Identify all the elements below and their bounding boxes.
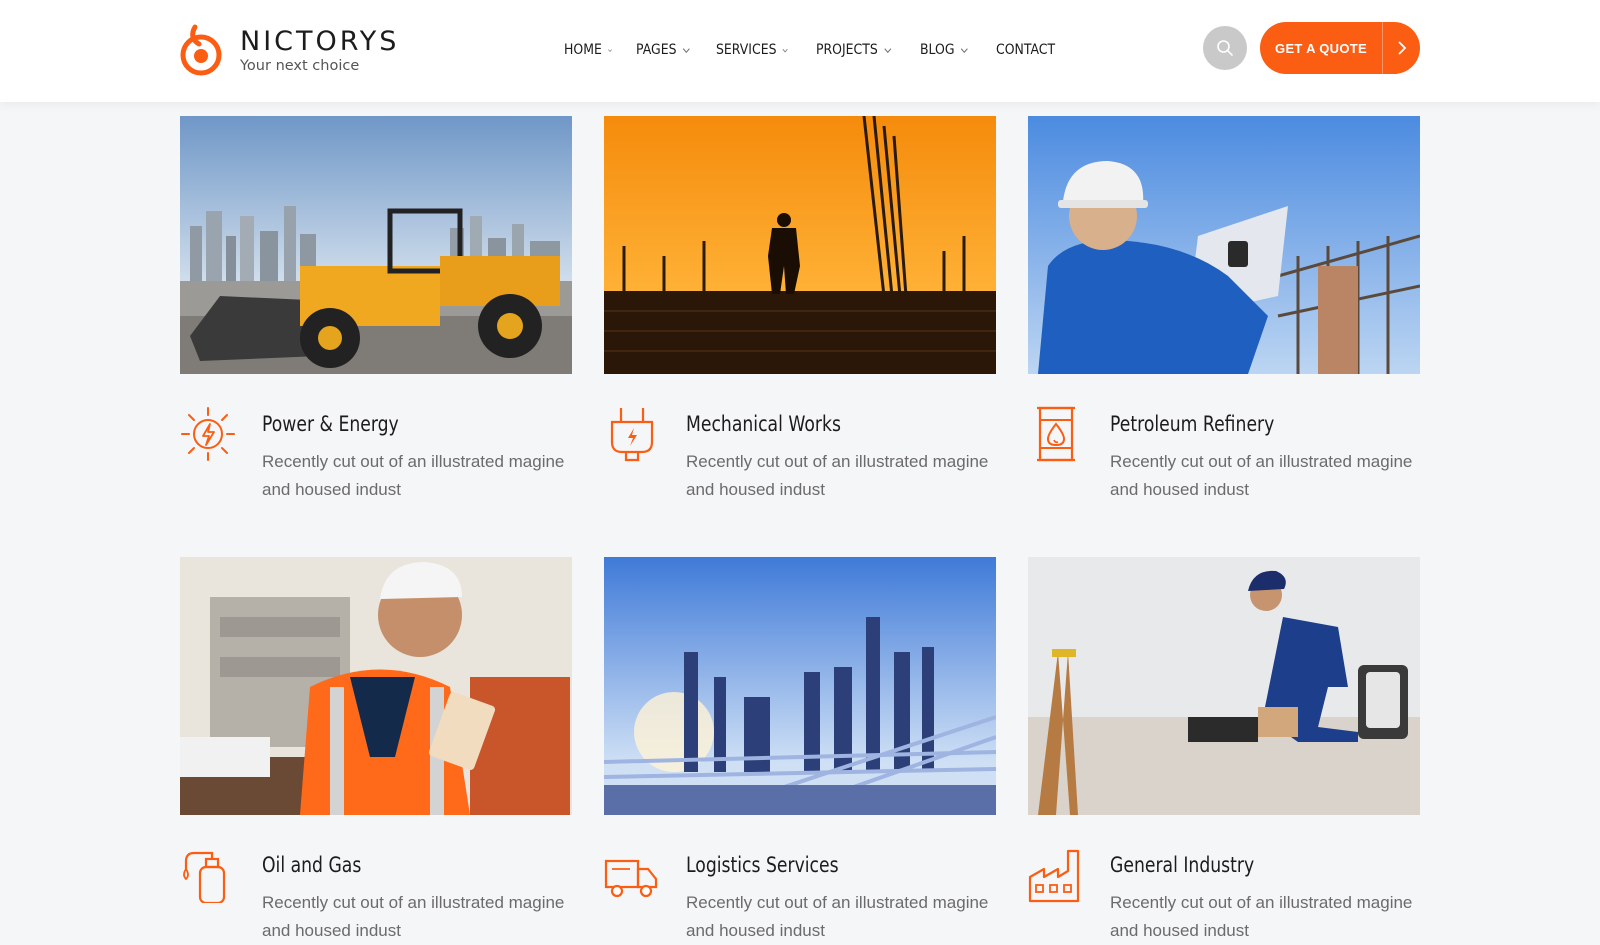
nav-item-contact[interactable]: CONTACT	[996, 39, 1056, 61]
brand-name: NICTORYS	[240, 25, 400, 57]
floor-worker-photo	[1028, 557, 1420, 815]
power-energy-icon	[181, 407, 235, 461]
nav-item-pages[interactable]: PAGES	[636, 39, 691, 61]
logo-drop-icon	[180, 24, 222, 76]
nav-item-label: BLOG	[920, 42, 955, 58]
search-icon	[1217, 40, 1233, 56]
nav-item-blog[interactable]: BLOG	[920, 39, 972, 61]
quote-button-label: GET A QUOTE	[1275, 40, 1367, 56]
service-card[interactable]: Power & Energy Recently cut out of an il…	[180, 116, 572, 499]
nav-item-label: PROJECTS	[816, 42, 878, 58]
service-description: Recently cut out of an illustrated magin…	[1110, 893, 1413, 940]
delivery-truck-icon	[604, 859, 658, 898]
wheel-loader-photo	[180, 116, 572, 374]
service-description: Recently cut out of an illustrated magin…	[686, 893, 989, 940]
oil-barrel-icon	[1037, 406, 1075, 462]
engineer-blueprint-photo	[1028, 116, 1420, 374]
service-card[interactable]: Mechanical Works Recently cut out of an …	[604, 116, 996, 499]
service-card[interactable]: General Industry Recently cut out of an …	[1028, 557, 1420, 940]
chevron-down-icon	[782, 48, 788, 52]
electric-plug-icon	[610, 408, 654, 462]
service-title[interactable]: Mechanical Works	[686, 412, 841, 436]
service-description: Recently cut out of an illustrated magin…	[262, 893, 565, 940]
nav-item-label: CONTACT	[996, 42, 1056, 58]
chevron-down-icon	[960, 47, 968, 53]
main-nav: HOME PAGES SERVICES PROJECTS BLOG CONTAC…	[564, 39, 1082, 61]
service-title[interactable]: Power & Energy	[262, 412, 399, 436]
chevron-down-icon	[884, 47, 892, 53]
service-description: Recently cut out of an illustrated magin…	[1110, 452, 1413, 499]
brand-logo[interactable]: NICTORYS Your next choice	[178, 22, 399, 78]
service-title[interactable]: Petroleum Refinery	[1110, 412, 1274, 436]
refinery-plant-photo	[604, 557, 996, 815]
nav-item-services[interactable]: SERVICES	[716, 39, 788, 61]
chevron-down-icon	[682, 47, 690, 53]
brand-tagline: Your next choice	[240, 57, 360, 74]
sunset-worker-photo	[604, 116, 996, 374]
nav-item-home[interactable]: HOME	[564, 39, 612, 61]
service-title[interactable]: General Industry	[1110, 853, 1254, 877]
service-description: Recently cut out of an illustrated magin…	[262, 452, 565, 499]
nav-item-label: HOME	[564, 42, 602, 58]
service-card[interactable]: Petroleum Refinery Recently cut out of a…	[1028, 116, 1420, 499]
nav-item-label: SERVICES	[716, 42, 777, 58]
worker-tablet-photo	[180, 557, 572, 815]
factory-icon	[1028, 849, 1080, 903]
service-title[interactable]: Logistics Services	[686, 853, 839, 877]
nav-item-projects[interactable]: PROJECTS	[816, 39, 892, 61]
get-a-quote-button[interactable]: GET A QUOTE	[1260, 22, 1420, 74]
service-card[interactable]: Logistics Services Recently cut out of a…	[604, 557, 996, 940]
nav-item-label: PAGES	[636, 42, 677, 58]
service-card[interactable]: Oil and Gas Recently cut out of an illus…	[180, 557, 572, 940]
quote-arrow	[1383, 41, 1420, 55]
site-header: NICTORYS Your next choice HOME PAGES SER…	[0, 0, 1600, 102]
chevron-right-icon	[1397, 41, 1406, 55]
service-title[interactable]: Oil and Gas	[262, 853, 361, 877]
search-button[interactable]	[1203, 26, 1247, 70]
service-description: Recently cut out of an illustrated magin…	[686, 452, 989, 499]
chevron-down-icon	[608, 48, 612, 52]
gas-cylinder-icon	[183, 851, 226, 903]
